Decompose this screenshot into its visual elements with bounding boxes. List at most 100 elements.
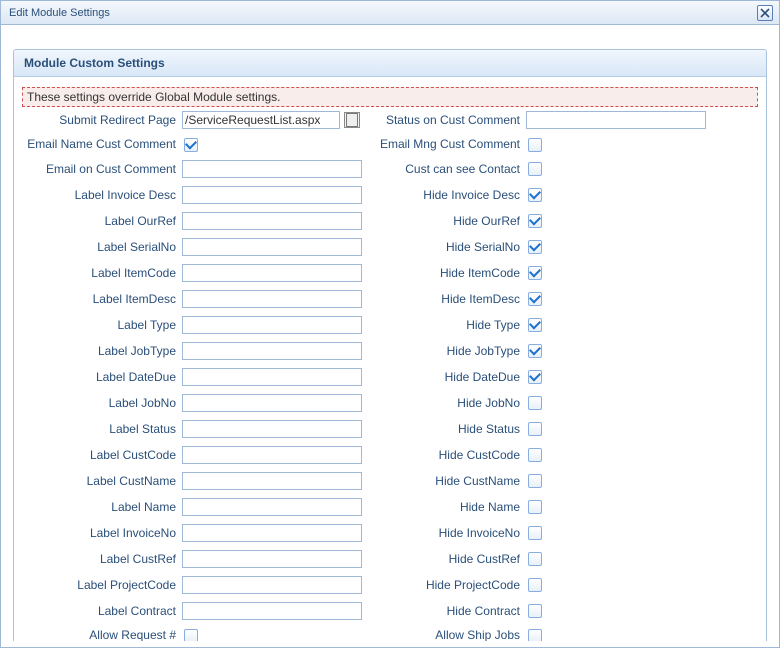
label-projectcode-label: Label ProjectCode: [22, 578, 182, 592]
label-itemdesc-label: Label ItemDesc: [22, 292, 182, 306]
dialog-body: Module Custom Settings These settings ov…: [1, 25, 779, 641]
cust-see-contact-checkbox[interactable]: [528, 162, 542, 176]
label-custname-input[interactable]: [182, 472, 362, 490]
hide-itemcode-checkbox[interactable]: [528, 266, 542, 280]
hide-name-label: Hide Name: [366, 500, 526, 514]
label-custcode-label: Label CustCode: [22, 448, 182, 462]
status-on-cust-cell: [526, 111, 710, 129]
hide-custname-checkbox[interactable]: [528, 474, 542, 488]
settings-grid: Submit Redirect Page Status on Cust Comm…: [22, 111, 758, 641]
label-name-input[interactable]: [182, 498, 362, 516]
hide-status-checkbox[interactable]: [528, 422, 542, 436]
label-type-input[interactable]: [182, 316, 362, 334]
submit-redirect-label: Submit Redirect Page: [22, 113, 182, 127]
label-jobtype-input[interactable]: [182, 342, 362, 360]
hide-name-checkbox[interactable]: [528, 500, 542, 514]
label-type-label: Label Type: [22, 318, 182, 332]
hide-type-checkbox[interactable]: [528, 318, 542, 332]
hide-jobno-checkbox[interactable]: [528, 396, 542, 410]
label-custcode-input[interactable]: [182, 446, 362, 464]
allow-ship-jobs-label: Allow Ship Jobs: [366, 628, 526, 641]
label-invoiceno-input[interactable]: [182, 524, 362, 542]
label-custref-label: Label CustRef: [22, 552, 182, 566]
allow-request-label: Allow Request #: [22, 628, 182, 641]
label-contract-label: Label Contract: [22, 604, 182, 618]
hide-jobtype-label: Hide JobType: [366, 344, 526, 358]
label-custref-input[interactable]: [182, 550, 362, 568]
hide-serialno-label: Hide SerialNo: [366, 240, 526, 254]
label-itemcode-input[interactable]: [182, 264, 362, 282]
label-ourref-input[interactable]: [182, 212, 362, 230]
label-custname-label: Label CustName: [22, 474, 182, 488]
hide-serialno-checkbox[interactable]: [528, 240, 542, 254]
status-on-cust-label: Status on Cust Comment: [366, 113, 526, 127]
label-datedue-input[interactable]: [182, 368, 362, 386]
hide-invoice-desc-label: Hide Invoice Desc: [366, 188, 526, 202]
email-on-cust-cell: [182, 160, 366, 178]
hide-custcode-checkbox[interactable]: [528, 448, 542, 462]
label-jobtype-label: Label JobType: [22, 344, 182, 358]
hide-contract-label: Hide Contract: [366, 604, 526, 618]
email-name-cust-checkbox[interactable]: [184, 138, 198, 152]
hide-ourref-checkbox[interactable]: [528, 214, 542, 228]
label-invoice-desc-input[interactable]: [182, 186, 362, 204]
settings-panel: Module Custom Settings These settings ov…: [13, 49, 767, 641]
label-contract-input[interactable]: [182, 602, 362, 620]
hide-jobno-label: Hide JobNo: [366, 396, 526, 410]
label-serialno-input[interactable]: [182, 238, 362, 256]
label-jobno-label: Label JobNo: [22, 396, 182, 410]
label-invoiceno-label: Label InvoiceNo: [22, 526, 182, 540]
label-status-label: Label Status: [22, 422, 182, 436]
hide-projectcode-checkbox[interactable]: [528, 578, 542, 592]
hide-invoiceno-checkbox[interactable]: [528, 526, 542, 540]
label-name-label: Label Name: [22, 500, 182, 514]
allow-request-checkbox[interactable]: [184, 629, 198, 641]
hide-itemcode-label: Hide ItemCode: [366, 266, 526, 280]
submit-redirect-input[interactable]: [182, 111, 340, 129]
cust-see-contact-cell: [526, 161, 710, 176]
dialog-title: Edit Module Settings: [9, 7, 110, 19]
label-serialno-label: Label SerialNo: [22, 240, 182, 254]
hide-invoiceno-label: Hide InvoiceNo: [366, 526, 526, 540]
hide-status-label: Hide Status: [366, 422, 526, 436]
status-on-cust-input[interactable]: [526, 111, 706, 129]
email-on-cust-input[interactable]: [182, 160, 362, 178]
hide-custref-checkbox[interactable]: [528, 552, 542, 566]
hide-type-label: Hide Type: [366, 318, 526, 332]
cust-see-contact-label: Cust can see Contact: [366, 162, 526, 176]
close-button[interactable]: [757, 5, 773, 21]
hide-custref-label: Hide CustRef: [366, 552, 526, 566]
label-itemdesc-input[interactable]: [182, 290, 362, 308]
submit-redirect-cell: [182, 111, 366, 129]
hide-custcode-label: Hide CustCode: [366, 448, 526, 462]
email-on-cust-label: Email on Cust Comment: [22, 162, 182, 176]
label-jobno-input[interactable]: [182, 394, 362, 412]
hide-itemdesc-label: Hide ItemDesc: [366, 292, 526, 306]
hide-custname-label: Hide CustName: [366, 474, 526, 488]
label-datedue-label: Label DateDue: [22, 370, 182, 384]
override-notice: These settings override Global Module se…: [22, 87, 758, 107]
hide-datedue-checkbox[interactable]: [528, 370, 542, 384]
label-ourref-label: Label OurRef: [22, 214, 182, 228]
hide-invoice-desc-checkbox[interactable]: [528, 188, 542, 202]
hide-jobtype-checkbox[interactable]: [528, 344, 542, 358]
allow-ship-jobs-checkbox[interactable]: [528, 629, 542, 641]
label-projectcode-input[interactable]: [182, 576, 362, 594]
dialog-titlebar: Edit Module Settings: [1, 1, 779, 25]
label-invoice-desc-label: Label Invoice Desc: [22, 188, 182, 202]
email-name-cust-cell: [182, 137, 366, 152]
label-status-input[interactable]: [182, 420, 362, 438]
hide-contract-checkbox[interactable]: [528, 604, 542, 618]
email-mng-cust-checkbox[interactable]: [528, 138, 542, 152]
email-mng-cust-label: Email Mng Cust Comment: [366, 137, 526, 151]
hide-projectcode-label: Hide ProjectCode: [366, 578, 526, 592]
email-mng-cust-cell: [526, 137, 710, 152]
hide-ourref-label: Hide OurRef: [366, 214, 526, 228]
email-name-cust-label: Email Name Cust Comment: [22, 137, 182, 151]
label-itemcode-label: Label ItemCode: [22, 266, 182, 280]
close-icon: [760, 8, 770, 18]
panel-title: Module Custom Settings: [14, 50, 766, 77]
hide-itemdesc-checkbox[interactable]: [528, 292, 542, 306]
page-picker-icon[interactable]: [344, 112, 360, 128]
hide-datedue-label: Hide DateDue: [366, 370, 526, 384]
